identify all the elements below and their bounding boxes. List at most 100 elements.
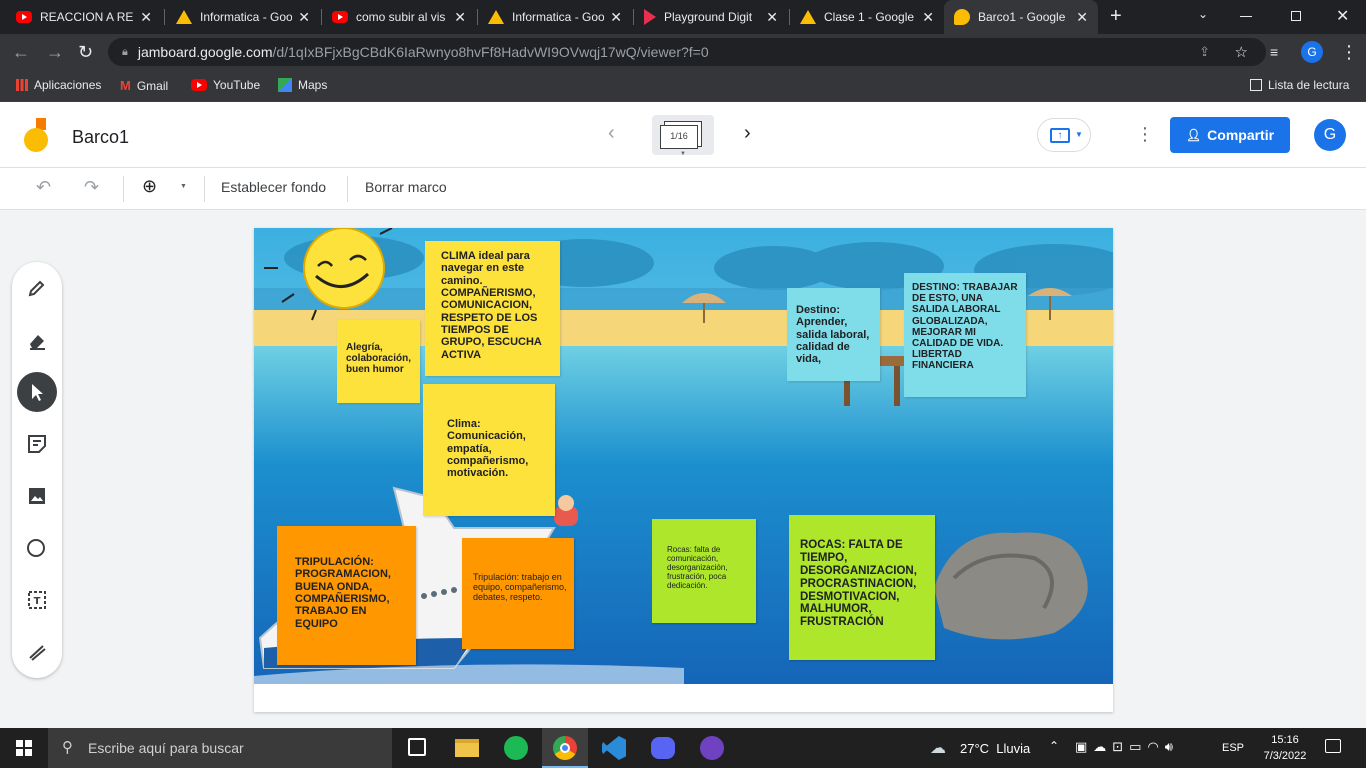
apps-grid-icon: [16, 79, 28, 91]
tab-informatica-1[interactable]: Informatica - Goo ✕: [166, 0, 320, 34]
tab-search-icon[interactable]: ⌄: [1198, 7, 1208, 21]
drive-icon: [800, 10, 816, 24]
url-input[interactable]: 🔒︎ jamboard.google.com /d/1qIxBFjxBgCBdK…: [108, 38, 1266, 66]
clock[interactable]: 15:16 7/3/2022: [1252, 732, 1318, 764]
sticky-note-tripulacion[interactable]: TRIPULACIÓN: PROGRAMACION, BUENA ONDA, C…: [277, 526, 416, 665]
sticky-note-text: DESTINO: TRABAJAR DE ESTO, UNA SALIDA LA…: [912, 282, 1018, 372]
sticky-note-text: Rocas: falta de comunicación, desorganiz…: [667, 545, 728, 590]
close-tab-icon[interactable]: ✕: [916, 9, 934, 26]
tab-clase1[interactable]: Clase 1 - Google ✕: [790, 0, 944, 34]
reading-list[interactable]: Lista de lectura: [1250, 78, 1349, 92]
forward-icon[interactable]: →: [46, 42, 64, 62]
prev-frame-icon[interactable]: ‹: [608, 122, 615, 145]
tray-icons[interactable]: ▣☁⊡▭◠🔊︎: [1075, 739, 1179, 755]
spotify-icon[interactable]: [504, 736, 528, 760]
select-tool-icon[interactable]: [17, 372, 57, 412]
share-page-icon[interactable]: ⇪: [1199, 44, 1210, 60]
drive-icon: [176, 10, 192, 24]
tool-rail: T: [12, 262, 62, 678]
shape-tool-icon[interactable]: [17, 528, 57, 568]
back-icon[interactable]: ←: [12, 42, 30, 62]
document-title[interactable]: Barco1: [72, 127, 129, 148]
clear-frame-button[interactable]: Borrar marco: [365, 179, 447, 195]
new-tab-icon[interactable]: +: [1110, 5, 1122, 28]
jam-frame[interactable]: Alegría, colaboración, buen humor CLIMA …: [254, 228, 1113, 712]
vscode-icon[interactable]: [602, 736, 626, 760]
account-avatar[interactable]: G: [1314, 119, 1346, 151]
url-host: jamboard.google.com: [137, 44, 273, 60]
bookmarks-bar: Aplicaciones M Gmail YouTube Maps Lista …: [0, 70, 1366, 102]
zoom-dropdown-icon[interactable]: ▼: [180, 183, 187, 190]
tab-title: Clase 1 - Google: [824, 10, 915, 24]
bookmark-star-icon[interactable]: ☆: [1235, 43, 1248, 61]
playground-icon: [644, 9, 656, 25]
undo-icon[interactable]: ↶: [36, 177, 51, 198]
sticky-note-destino-trabajar[interactable]: DESTINO: TRABAJAR DE ESTO, UNA SALIDA LA…: [904, 273, 1026, 397]
bookmark-youtube[interactable]: YouTube: [191, 78, 260, 92]
redo-icon[interactable]: ↷: [84, 177, 99, 198]
weather-icon[interactable]: ☁: [930, 738, 946, 758]
tab-playground[interactable]: Playground Digit ✕: [634, 0, 788, 34]
windows-start-icon[interactable]: [16, 740, 32, 756]
bookmark-maps[interactable]: Maps: [278, 78, 327, 92]
jamboard-header: Barco1 ‹ 1/16 ▼ › ↑ ▼ ⋮ 👤︎ Compartir G: [0, 102, 1366, 168]
reload-icon[interactable]: ↻: [78, 42, 93, 62]
sticky-note-rocas-falta[interactable]: ROCAS: FALTA DE TIEMPO, DESORGANIZACION,…: [789, 515, 935, 660]
jamboard-logo-icon[interactable]: [24, 118, 50, 154]
frame-bar-toggle[interactable]: 1/16 ▼: [652, 115, 714, 157]
laser-tool-icon[interactable]: [17, 632, 57, 672]
minimize-icon[interactable]: [1240, 16, 1252, 17]
next-frame-icon[interactable]: ›: [744, 122, 751, 145]
image-tool-icon[interactable]: [17, 476, 57, 516]
set-background-button[interactable]: Establecer fondo: [221, 179, 326, 195]
share-button[interactable]: 👤︎ Compartir: [1170, 117, 1290, 153]
sticky-note-tool-icon[interactable]: [17, 424, 57, 464]
restore-icon[interactable]: [1291, 11, 1301, 21]
bookmark-label: Gmail: [136, 78, 169, 93]
sticky-note-text: Tripulación: trabajo en equipo, compañer…: [473, 572, 567, 603]
pen-tool-icon[interactable]: [17, 268, 57, 308]
chrome-taskbar-icon[interactable]: [542, 728, 588, 768]
text-box-tool-icon[interactable]: T: [17, 580, 57, 620]
eraser-tool-icon[interactable]: [17, 320, 57, 360]
close-tab-icon[interactable]: ✕: [604, 9, 622, 26]
github-desktop-icon[interactable]: [700, 736, 724, 760]
sticky-note-clima[interactable]: Clima: Comunicación, empatía, compañeris…: [423, 384, 555, 516]
clock-date: 7/3/2022: [1263, 750, 1307, 762]
close-tab-icon[interactable]: ✕: [292, 9, 310, 26]
tab-como-subir[interactable]: como subir al vis ✕: [322, 0, 476, 34]
notifications-icon[interactable]: [1325, 739, 1341, 753]
sticky-note-tripulacion-trabajo[interactable]: Tripulación: trabajo en equipo, compañer…: [462, 538, 574, 649]
task-view-icon[interactable]: [408, 738, 426, 756]
tray-overflow-icon[interactable]: ⌃: [1049, 739, 1059, 753]
tab-barco1[interactable]: Barco1 - Google ✕: [944, 0, 1098, 34]
tab-informatica-2[interactable]: Informatica - Goo ✕: [478, 0, 632, 34]
close-tab-icon[interactable]: ✕: [134, 9, 152, 26]
close-tab-icon[interactable]: ✕: [760, 9, 778, 26]
sticky-note-clima-ideal[interactable]: CLIMA ideal para navegar en este camino.…: [425, 241, 560, 376]
sticky-note-alegria[interactable]: Alegría, colaboración, buen humor: [337, 320, 420, 403]
menu-icon[interactable]: ⋮: [1340, 42, 1358, 62]
close-window-icon[interactable]: ✕: [1336, 6, 1349, 26]
youtube-icon: [332, 11, 348, 23]
present-button[interactable]: ↑ ▼: [1037, 118, 1091, 152]
sticky-note-destino[interactable]: Destino: Aprender, salida laboral, calid…: [787, 288, 880, 381]
discord-icon[interactable]: [651, 737, 675, 759]
zoom-icon[interactable]: ⊕: [142, 176, 157, 197]
close-tab-icon[interactable]: ✕: [1070, 9, 1088, 26]
windows-taskbar: ⚲ Escribe aquí para buscar ☁ 27°C Lluvia…: [0, 728, 1366, 768]
weather-label[interactable]: 27°C Lluvia: [960, 741, 1030, 756]
more-options-icon[interactable]: ⋮: [1136, 124, 1154, 145]
tab-reaccion[interactable]: REACCION A RES ✕: [6, 0, 162, 34]
close-tab-icon[interactable]: ✕: [448, 9, 466, 26]
search-icon: ⚲: [62, 739, 73, 756]
sticky-note-rocas[interactable]: Rocas: falta de comunicación, desorganiz…: [652, 519, 756, 623]
reading-mode-icon[interactable]: ≡: [1270, 42, 1278, 62]
bookmark-gmail[interactable]: M Gmail: [120, 78, 168, 93]
taskbar-search-input[interactable]: ⚲ Escribe aquí para buscar: [48, 728, 392, 768]
bookmark-apps[interactable]: Aplicaciones: [16, 78, 101, 92]
drive-icon: [488, 10, 504, 24]
language-indicator[interactable]: ESP: [1222, 742, 1244, 754]
profile-avatar[interactable]: G: [1301, 41, 1323, 63]
file-explorer-icon[interactable]: [455, 739, 479, 757]
